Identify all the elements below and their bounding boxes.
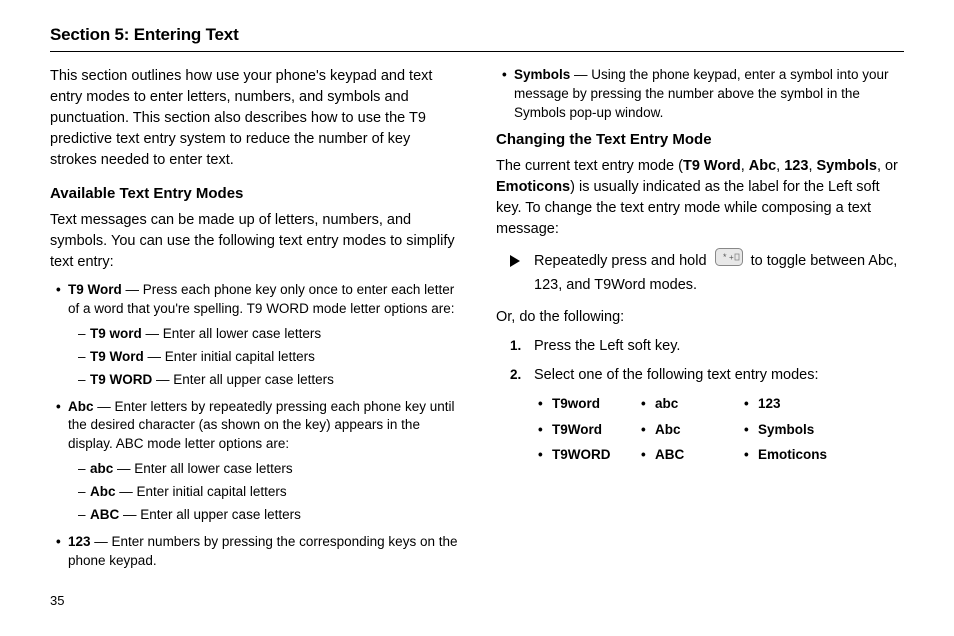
modes-list-continued: Symbols — Using the phone keypad, enter … [502,66,904,123]
section-divider [50,51,904,52]
or-text: Or, do the following: [496,307,904,328]
svg-text:+: + [729,253,734,262]
mode-options-grid: T9word abc 123 T9Word Abc Symbols T9WORD… [538,394,827,465]
mode-item-t9word: T9 Word — Press each phone key only once… [56,281,458,389]
mode-item-abc: Abc — Enter letters by repeatedly pressi… [56,398,458,525]
abc-sub-item: Abc — Enter initial capital letters [78,483,458,502]
t9-sub-item: T9 Word — Enter initial capital letters [78,348,458,367]
available-modes-lead: Text messages can be made up of letters,… [50,210,458,273]
available-modes-heading: Available Text Entry Modes [50,185,458,202]
mode-item-123: 123 — Enter numbers by pressing the corr… [56,533,458,571]
mode-label: T9 Word [68,282,122,297]
numbered-steps: 1.Press the Left soft key. 2. Select one… [510,336,904,465]
mode-option: Symbols [744,420,827,440]
changing-mode-heading: Changing the Text Entry Mode [496,131,904,148]
left-column: This section outlines how use your phone… [50,66,458,579]
step-1: 1.Press the Left soft key. [510,336,904,357]
mode-option: ABC [641,445,724,465]
svg-text:*: * [723,252,727,262]
mode-desc: — Enter letters by repeatedly pressing e… [68,399,454,452]
mode-label: Abc [68,399,94,414]
mode-option: abc [641,394,724,414]
intro-paragraph: This section outlines how use your phone… [50,66,458,171]
mode-label: Symbols [514,67,570,82]
toggle-instruction: Repeatedly press and hold *+ to toggle b… [510,248,904,297]
section-title: Section 5: Entering Text [50,25,904,45]
mode-desc: — Using the phone keypad, enter a symbol… [514,67,888,120]
page-number: 35 [50,593,904,608]
right-column: Symbols — Using the phone keypad, enter … [496,66,904,579]
t9-sub-item: T9 WORD — Enter all upper case letters [78,371,458,390]
mode-label: 123 [68,534,91,549]
modes-list: T9 Word — Press each phone key only once… [56,281,458,571]
mode-option: T9word [538,394,621,414]
t9-sublist: T9 word — Enter all lower case letters T… [78,325,458,390]
mode-item-symbols: Symbols — Using the phone keypad, enter … [502,66,904,123]
mode-option: T9Word [538,420,621,440]
changing-mode-lead: The current text entry mode (T9 Word, Ab… [496,156,904,240]
mode-desc: — Press each phone key only once to ente… [68,282,455,316]
abc-sub-item: abc — Enter all lower case letters [78,460,458,479]
mode-option: 123 [744,394,827,414]
mode-option: Abc [641,420,724,440]
t9-sub-item: T9 word — Enter all lower case letters [78,325,458,344]
play-arrow-icon [510,252,520,275]
mode-option: Emoticons [744,445,827,465]
step-2: 2. Select one of the following text entr… [510,365,904,465]
abc-sub-item: ABC — Enter all upper case letters [78,506,458,525]
mode-desc: — Enter numbers by pressing the correspo… [68,534,457,568]
star-key-icon: *+ [715,248,743,274]
mode-option: T9WORD [538,445,621,465]
abc-sublist: abc — Enter all lower case letters Abc —… [78,460,458,525]
content-columns: This section outlines how use your phone… [50,66,904,579]
